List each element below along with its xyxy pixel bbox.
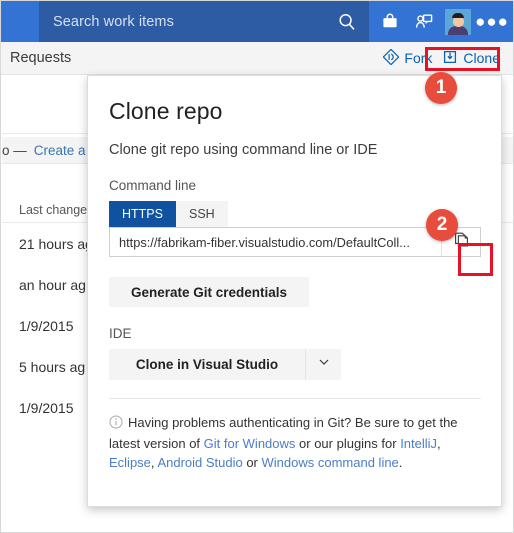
footer-text-2: or our plugins for: [295, 436, 401, 451]
annotation-badge-2: 2: [426, 209, 458, 241]
search-icon[interactable]: [337, 12, 357, 32]
page-title: Requests: [10, 50, 72, 66]
chevron-down-icon: [317, 355, 331, 374]
search-input[interactable]: Search work items: [53, 14, 174, 30]
tab-https[interactable]: HTTPS: [109, 201, 176, 227]
footer-text-5: or: [242, 455, 262, 470]
clone-repo-dialog: Clone repo Clone git repo using command …: [87, 75, 502, 507]
annotation-badge-1: 1: [425, 72, 457, 104]
info-icon: [109, 415, 123, 434]
generate-git-credentials-button[interactable]: Generate Git credentials: [109, 277, 310, 307]
ide-label: IDE: [109, 326, 132, 341]
ide-clone-split-button: Clone in Visual Studio: [109, 349, 341, 380]
marketplace-icon[interactable]: [373, 1, 407, 42]
footer-text-3: ,: [437, 436, 441, 451]
clone-url-field[interactable]: https://fabrikam-fiber.visualstudio.com/…: [109, 227, 481, 257]
avatar[interactable]: [441, 1, 475, 42]
windows-command-line-link[interactable]: Windows command line: [262, 455, 399, 470]
dialog-footer-help: Having problems authenticating in Git? B…: [88, 399, 501, 472]
topbar-left-spacer: [1, 1, 39, 42]
eclipse-link[interactable]: Eclipse: [109, 455, 151, 470]
clone-in-visual-studio-button[interactable]: Clone in Visual Studio: [109, 349, 305, 380]
dialog-title: Clone repo: [109, 98, 223, 124]
git-for-windows-link[interactable]: Git for Windows: [204, 436, 296, 451]
annotation-highlight-clone: [425, 47, 500, 71]
more-actions-icon[interactable]: ●●●: [475, 1, 509, 42]
top-icon-group: ●●●: [369, 1, 513, 42]
command-line-label: Command line: [109, 178, 197, 193]
top-navigation-bar: Search work items ●●●: [1, 1, 513, 42]
footer-text-6: .: [398, 455, 403, 470]
feedback-icon[interactable]: [407, 1, 441, 42]
tab-ssh[interactable]: SSH: [175, 201, 228, 227]
fork-icon: [382, 48, 400, 68]
create-pr-prefix: o —: [2, 142, 27, 158]
search-box[interactable]: Search work items: [39, 1, 369, 42]
protocol-tabs: HTTPS SSH: [109, 201, 480, 227]
clone-url-value[interactable]: https://fabrikam-fiber.visualstudio.com/…: [110, 228, 441, 256]
ide-dropdown-toggle[interactable]: [305, 349, 341, 380]
app-root: o — Create a p Last change 21 hours ag a…: [0, 0, 514, 533]
android-studio-link[interactable]: Android Studio: [157, 455, 242, 470]
dialog-subtitle: Clone git repo using command line or IDE: [109, 142, 378, 158]
annotation-highlight-copy: [458, 243, 493, 276]
intellij-link[interactable]: IntelliJ: [400, 436, 437, 451]
